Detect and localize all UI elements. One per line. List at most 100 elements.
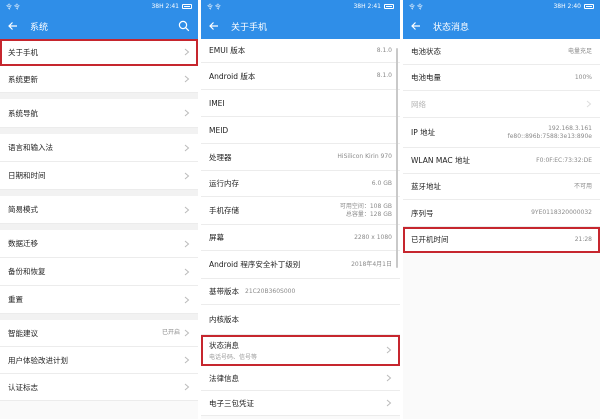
top-bar: 令 令 38H 2:40 状态消息: [403, 0, 600, 39]
scrollbar[interactable]: [396, 48, 398, 268]
bluetooth-address-item: 蓝牙地址 不可用: [403, 174, 600, 200]
chevron-right-icon: [184, 172, 190, 179]
certification-item[interactable]: 认证标志: [0, 374, 198, 401]
item-label: IMEI: [209, 98, 225, 108]
back-arrow-icon[interactable]: [209, 21, 219, 31]
language-input-item[interactable]: 语言和输入法: [0, 134, 198, 162]
status-time: 38H 2:40: [553, 3, 581, 10]
top-bar: 令 令 38H 2:41 关于手机: [201, 0, 400, 39]
item-value: 8.1.0: [376, 72, 392, 80]
wlan-mac-item: WLAN MAC 地址 F0:0F:EC:73:32:DE: [403, 148, 600, 174]
serial-number-item: 序列号 9YE0118320000032: [403, 200, 600, 227]
date-time-item[interactable]: 日期和时间: [0, 162, 198, 190]
reset-item[interactable]: 重置: [0, 286, 198, 314]
item-label: 内核版本: [209, 315, 239, 324]
user-experience-item[interactable]: 用户体验改进计划: [0, 347, 198, 374]
data-migration-item[interactable]: 数据迁移: [0, 230, 198, 258]
status-message-screen: 令 令 38H 2:40 状态消息 电池状态 电量充足 电池电量 100% 网络…: [403, 0, 600, 419]
smart-suggestion-item[interactable]: 智能建议 已开启: [0, 320, 198, 347]
back-arrow-icon[interactable]: [411, 21, 421, 31]
system-navigation-item[interactable]: 系统导航: [0, 99, 198, 128]
page-title: 状态消息: [433, 22, 470, 33]
item-label: 智能建议: [8, 328, 38, 338]
status-message-item[interactable]: 状态消息 电话号码、信号等: [201, 335, 400, 366]
title-bar: 状态消息: [403, 13, 600, 39]
item-label: 用户体验改进计划: [8, 355, 68, 365]
ipv4-value: 192.168.3.161: [548, 125, 592, 132]
about-phone-screen: 令 令 38H 2:41 关于手机 EMUI 版本 8.1.0 Android …: [201, 0, 400, 419]
item-label: 状态消息: [209, 340, 239, 350]
item-label: 数据迁移: [8, 239, 38, 248]
page-title: 关于手机: [231, 22, 268, 33]
status-bar: 令 令 38H 2:40: [403, 0, 600, 13]
item-label: 法律信息: [209, 373, 239, 383]
legal-info-item[interactable]: 法律信息: [201, 366, 400, 391]
item-value: 21C20B360S000: [245, 287, 296, 295]
emui-version-item[interactable]: EMUI 版本 8.1.0: [201, 39, 400, 63]
item-label: 已开机时间: [411, 235, 449, 244]
status-time: 38H 2:41: [151, 3, 179, 10]
warranty-item[interactable]: 电子三包凭证: [201, 391, 400, 416]
chevron-right-icon: [184, 109, 190, 117]
item-label: 手机存储: [209, 206, 239, 215]
about-phone-item[interactable]: 关于手机: [0, 39, 198, 66]
item-label: EMUI 版本: [209, 46, 246, 55]
battery-level-item: 电池电量 100%: [403, 65, 600, 91]
item-label: 序列号: [411, 208, 434, 218]
item-label: 日期和时间: [8, 171, 46, 180]
backup-restore-item[interactable]: 备份和恢复: [0, 258, 198, 286]
item-value: 不可用: [573, 182, 592, 190]
title-bar: 关于手机: [201, 13, 400, 39]
item-label: 系统更新: [8, 74, 38, 84]
status-bar: 令 令 38H 2:41: [201, 0, 400, 13]
chevron-right-icon: [386, 374, 392, 382]
item-label: 语言和输入法: [8, 143, 53, 152]
screen-item: 屏幕 2280 x 1080: [201, 225, 400, 251]
item-label: 屏幕: [209, 233, 224, 242]
item-label: 电池状态: [411, 47, 441, 56]
battery-status-item: 电池状态 电量充足: [403, 39, 600, 65]
item-value: 2018年4月1日: [351, 260, 392, 268]
ipv6-value: fe80::896b:7588:3e13:890e: [507, 132, 592, 140]
system-update-item[interactable]: 系统更新: [0, 66, 198, 93]
chevron-right-icon: [184, 296, 190, 303]
item-label: 简易模式: [8, 205, 38, 214]
network-item[interactable]: 网络: [403, 91, 600, 118]
chevron-right-icon: [586, 100, 592, 108]
ip-address-item: IP 地址 192.168.3.161 fe80::896b:7588:3e13…: [403, 118, 600, 148]
chevron-right-icon: [184, 206, 190, 213]
status-time: 38H 2:41: [353, 3, 381, 10]
screenshot-composite: 令 令 38H 2:41 系统 关于手机 系统更新 系统导航 语言和输入法 日期…: [0, 0, 600, 419]
item-label: 基带版本: [209, 287, 239, 296]
status-bar: 令 令 38H 2:41: [0, 0, 198, 13]
item-value: 9YE0118320000032: [531, 209, 592, 217]
back-arrow-icon[interactable]: [8, 21, 18, 31]
item-value: HiSilicon Kirin 970: [337, 153, 392, 161]
chevron-right-icon: [184, 75, 190, 83]
battery-icon: [584, 4, 594, 9]
item-value: 电量充足: [567, 47, 592, 55]
chevron-right-icon: [386, 346, 392, 354]
item-label: Android 程序安全补丁级别: [209, 260, 301, 269]
android-version-item[interactable]: Android 版本 8.1.0: [201, 63, 400, 90]
item-label: Android 版本: [209, 71, 256, 81]
item-label: 蓝牙地址: [411, 182, 441, 191]
storage-item: 手机存储 可用空间：108 GB 总容量：128 GB: [201, 197, 400, 225]
simple-mode-item[interactable]: 简易模式: [0, 196, 198, 224]
item-label: 电池电量: [411, 73, 441, 82]
uptime-item: 已开机时间 21:28: [403, 227, 600, 253]
status-signal: 令 令: [409, 4, 423, 11]
item-value: 2280 x 1080: [354, 233, 392, 241]
status-signal: 令 令: [6, 4, 20, 11]
meid-item: MEID: [201, 117, 400, 144]
search-icon[interactable]: [178, 20, 190, 32]
ram-item: 运行内存 6.0 GB: [201, 171, 400, 197]
item-value: 已开启: [161, 329, 180, 337]
chevron-right-icon: [184, 383, 190, 391]
status-right: 38H 2:40: [553, 3, 594, 10]
chevron-right-icon: [184, 48, 190, 56]
status-right: 38H 2:41: [151, 3, 192, 10]
top-bar: 令 令 38H 2:41 系统: [0, 0, 198, 39]
item-label: 认证标志: [8, 382, 38, 392]
status-signal: 令 令: [207, 4, 221, 11]
